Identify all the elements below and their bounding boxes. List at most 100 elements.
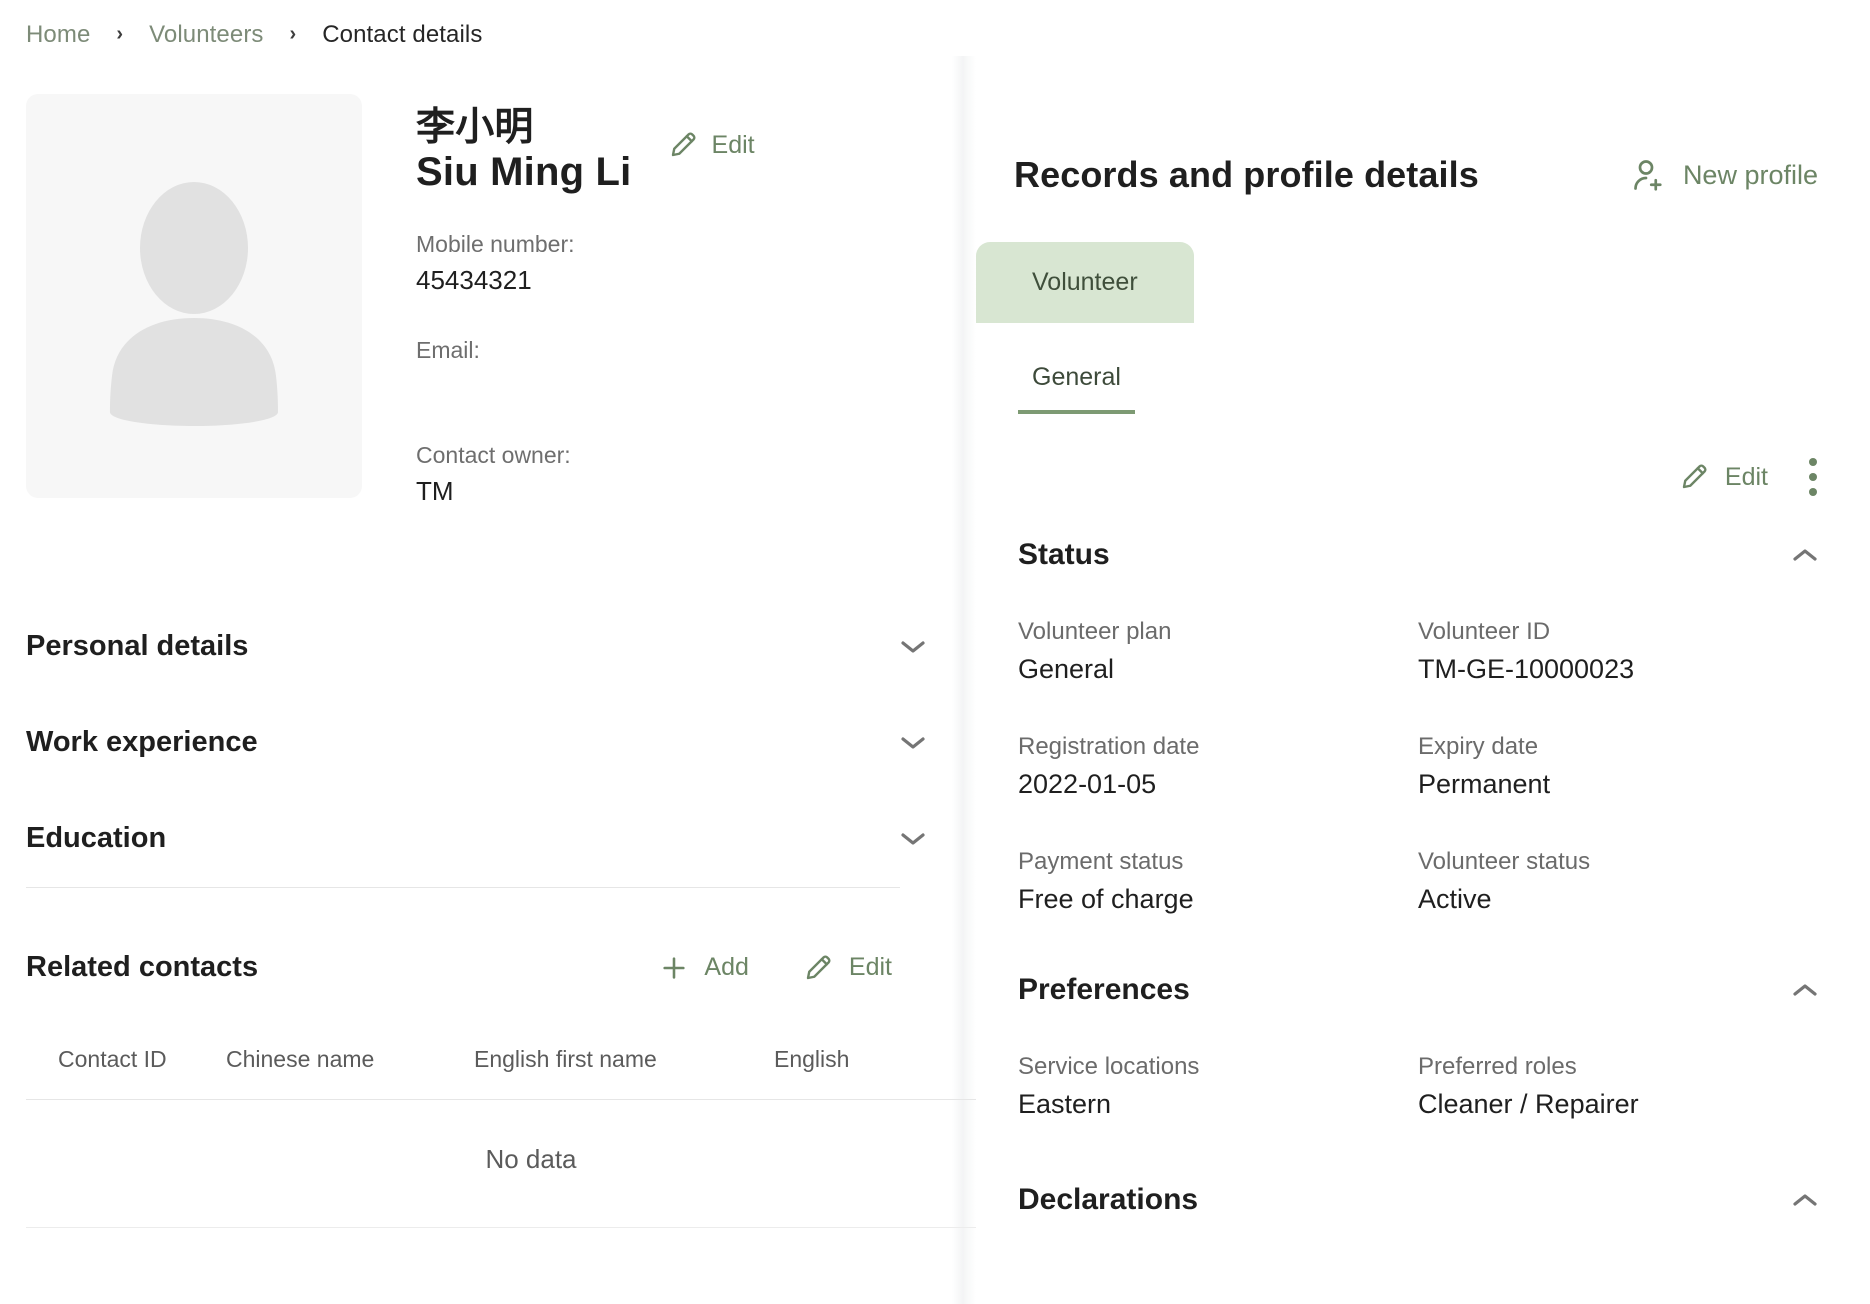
add-label: Add [704, 953, 749, 981]
subtab-general[interactable]: General [1018, 363, 1135, 414]
kebab-dot [1809, 473, 1817, 481]
add-related-contact-button[interactable]: Add [660, 953, 749, 982]
status-fields-grid: Volunteer plan General Volunteer ID TM-G… [1018, 614, 1818, 919]
table-body: No data [26, 1099, 1036, 1228]
section-header-declarations[interactable]: Declarations [1018, 1183, 1818, 1217]
field-value: 45434321 [416, 264, 532, 295]
related-contacts-actions: Add Edit [660, 953, 892, 983]
field-contact-owner: Contact owner: TM [416, 439, 952, 510]
accordion-title: Personal details [26, 630, 249, 662]
edit-record-button[interactable]: Edit [1679, 462, 1768, 492]
record-sections: Status Volunteer plan General Volunteer … [976, 538, 1870, 1217]
field-volunteer-id: Volunteer ID TM-GE-10000023 [1418, 614, 1818, 689]
contact-name-english: Siu Ming Li [416, 149, 632, 194]
kebab-dot [1809, 458, 1817, 466]
preferences-fields-grid: Service locations Eastern Preferred role… [1018, 1049, 1818, 1124]
field-label: Volunteer plan [1018, 618, 1172, 645]
edit-related-contacts-button[interactable]: Edit [803, 953, 892, 983]
related-contacts-table: Contact ID Chinese name English first na… [26, 1046, 1036, 1228]
table-row: No data [26, 1099, 1036, 1228]
column-header-chinese-name[interactable]: Chinese name [226, 1046, 474, 1100]
edit-label: Edit [848, 953, 892, 981]
field-value: Active [1418, 884, 1492, 915]
new-profile-label: New profile [1682, 159, 1818, 190]
breadcrumb-separator-icon: › [289, 23, 297, 45]
chevron-down-icon [901, 640, 925, 653]
contact-summary-panel: 李小明 Siu Ming Li Edit Mobile number: 4543… [0, 56, 1036, 1304]
field-expiry-date: Expiry date Permanent [1418, 729, 1818, 804]
field-value [416, 367, 952, 405]
records-header: Records and profile details New profile [976, 56, 1870, 196]
field-service-locations: Service locations Eastern [1018, 1049, 1418, 1124]
field-value: Cleaner / Repairer [1418, 1089, 1639, 1120]
field-preferred-roles: Preferred roles Cleaner / Repairer [1418, 1049, 1818, 1124]
column-header-contact-id[interactable]: Contact ID [26, 1046, 226, 1100]
more-options-icon[interactable] [1808, 458, 1818, 496]
edit-contact-label: Edit [711, 130, 755, 159]
field-label: Contact owner: [416, 442, 571, 469]
pencil-icon [671, 132, 696, 157]
chevron-down-icon [901, 832, 925, 845]
field-label: Volunteer status [1418, 848, 1591, 876]
column-header-english-first-name[interactable]: English first name [474, 1046, 774, 1100]
accordion-work-experience[interactable]: Work experience [26, 695, 926, 791]
profile-header: 李小明 Siu Ming Li Edit Mobile number: 4543… [26, 56, 952, 511]
field-email: Email: [416, 334, 952, 405]
breadcrumb-item-home[interactable]: Home [26, 21, 90, 49]
record-toolbar: Edit [976, 414, 1870, 496]
new-profile-button[interactable]: New profile [1631, 157, 1818, 193]
related-contacts-section: Related contacts Add Edit Contact ID Chi… [26, 934, 1036, 1228]
kebab-dot [1809, 488, 1817, 496]
pencil-icon [806, 954, 831, 979]
edit-record-label: Edit [1724, 462, 1768, 491]
breadcrumb: Home › Volunteers › Contact details [0, 0, 1870, 56]
section-title: Declarations [1018, 1182, 1199, 1216]
avatar [26, 94, 362, 498]
field-label: Service locations [1018, 1053, 1200, 1081]
edit-contact-button[interactable]: Edit [668, 130, 755, 160]
field-label: Payment status [1018, 848, 1184, 876]
breadcrumb-item-volunteers[interactable]: Volunteers [149, 21, 263, 49]
tab-volunteer[interactable]: Volunteer [976, 242, 1194, 323]
field-label: Email: [416, 336, 480, 363]
contact-details-page: Home › Volunteers › Contact details 李小明 [0, 0, 1870, 1304]
chevron-up-icon [1793, 1193, 1817, 1206]
profile-tabs: Volunteer [976, 242, 1870, 323]
related-contacts-title: Related contacts [26, 951, 259, 983]
chevron-down-icon [901, 736, 925, 749]
field-payment-status: Payment status Free of charge [1018, 844, 1418, 919]
field-label: Volunteer ID [1418, 618, 1551, 645]
person-add-icon [1634, 160, 1662, 191]
section-title: Status [1018, 538, 1110, 571]
accordion-education[interactable]: Education [26, 791, 926, 887]
accordion-list: Personal details Work experience Educati… [26, 599, 952, 888]
accordion-personal-details[interactable]: Personal details [26, 599, 926, 695]
field-label: Mobile number: [416, 231, 575, 258]
field-registration-date: Registration date 2022-01-05 [1018, 729, 1418, 804]
table-header: Contact ID Chinese name English first na… [26, 1046, 1036, 1100]
chevron-up-icon [1793, 549, 1817, 561]
identity-block: 李小明 Siu Ming Li Edit Mobile number: 4543… [362, 94, 952, 511]
field-mobile-number: Mobile number: 45434321 [416, 228, 952, 299]
plus-icon [663, 956, 686, 979]
breadcrumb-item-contact-details[interactable]: Contact details [322, 21, 482, 49]
field-value: 2022-01-05 [1018, 769, 1157, 800]
panels-container: 李小明 Siu Ming Li Edit Mobile number: 4543… [0, 56, 1870, 1304]
breadcrumb-separator-icon: › [116, 23, 124, 45]
pencil-icon [1682, 464, 1707, 489]
name-row: 李小明 Siu Ming Li Edit [416, 106, 952, 194]
field-volunteer-status: Volunteer status Active [1418, 844, 1818, 919]
field-value: General [1018, 654, 1115, 684]
field-value: Permanent [1418, 769, 1551, 800]
section-header-status[interactable]: Status [1018, 538, 1818, 572]
section-title: Preferences [1018, 973, 1190, 1007]
chevron-up-icon [1793, 984, 1817, 997]
records-title: Records and profile details [1014, 154, 1479, 195]
field-value: Eastern [1018, 1089, 1112, 1120]
field-value: TM-GE-10000023 [1418, 654, 1635, 684]
section-header-preferences[interactable]: Preferences [1018, 973, 1818, 1007]
field-volunteer-plan: Volunteer plan General [1018, 614, 1418, 689]
field-value: TM [416, 475, 454, 506]
field-label: Expiry date [1418, 733, 1539, 761]
section-divider [26, 886, 900, 888]
